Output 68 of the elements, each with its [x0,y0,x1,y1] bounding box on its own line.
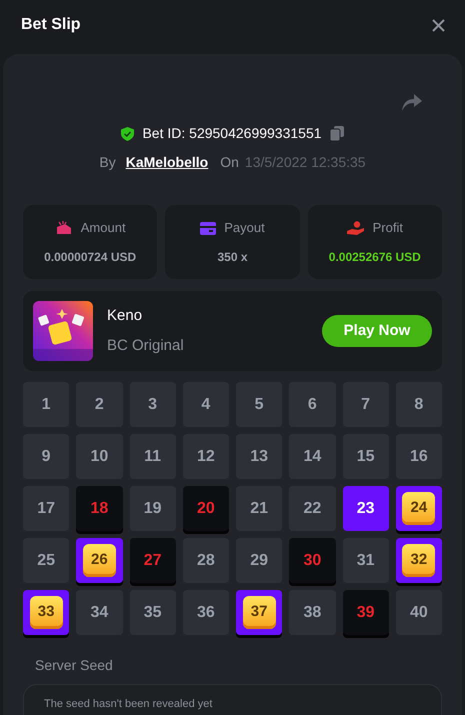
number-tile[interactable]: 20 [182,486,229,531]
number-tile[interactable]: 37 [236,590,282,635]
user-link[interactable]: KaMelobello [126,152,208,173]
number-gem: 37 [242,596,276,629]
number-tile[interactable]: 5 [236,382,282,427]
shield-check-icon [121,126,134,140]
number-tile[interactable]: 27 [130,538,176,583]
stat-label: Amount [80,219,126,238]
number-tile[interactable]: 16 [396,434,442,479]
number-tile[interactable]: 23 [342,486,389,531]
number-tile[interactable]: 1 [23,382,70,427]
number-tile[interactable]: 9 [23,434,70,479]
number-tile[interactable]: 30 [289,538,336,583]
number-tile[interactable]: 6 [289,382,336,427]
stat-label: Payout [224,219,265,238]
number-tile[interactable]: 2 [76,382,122,427]
close-icon[interactable] [432,18,445,32]
number-gem: 24 [402,492,436,525]
number-tile[interactable]: 4 [182,382,229,427]
number-tile[interactable]: 39 [342,590,389,635]
stat-value: 0.00000724 USD [44,248,136,266]
number-tile[interactable]: 32 [396,538,442,583]
stat-label: Profit [372,219,403,238]
game-name: Keno [107,306,144,326]
number-tile[interactable]: 28 [182,538,229,583]
play-now-button[interactable]: Play Now [322,315,432,347]
server-seed-label: Server Seed [35,656,114,675]
number-tile[interactable]: 40 [396,590,442,635]
number-tile[interactable]: 29 [236,538,282,583]
copy-icon[interactable] [330,126,344,141]
number-tile[interactable]: 38 [289,590,336,635]
number-tile[interactable]: 31 [342,538,389,583]
number-tile[interactable]: 24 [396,486,442,531]
number-tile[interactable]: 12 [182,434,229,479]
number-tile[interactable]: 13 [236,434,282,479]
number-tile[interactable]: 22 [289,486,336,531]
number-tile[interactable]: 14 [289,434,336,479]
stat-value: 350 x [217,248,248,266]
stat-value: 0.00252676 USD [328,248,421,266]
share-icon[interactable] [402,94,422,111]
number-tile[interactable]: 8 [396,382,442,427]
number-tile[interactable]: 34 [76,590,122,635]
number-tile[interactable]: 7 [342,382,389,427]
hand-person-icon [346,220,365,236]
number-tile[interactable]: 17 [23,486,70,531]
number-tile[interactable]: 25 [23,538,70,583]
window-title: Bet Slip [21,15,81,35]
number-tile[interactable]: 15 [342,434,389,479]
number-tile[interactable]: 36 [182,590,229,635]
on-label: On [220,153,239,172]
number-tile[interactable]: 35 [130,590,176,635]
number-tile[interactable]: 19 [130,486,176,531]
bet-date: 13/5/2022 12:35:35 [244,153,366,172]
number-tile[interactable]: 33 [23,590,70,635]
number-gem: 32 [402,544,436,577]
number-gem: 33 [30,596,63,629]
number-tile[interactable]: 11 [130,434,176,479]
number-tile[interactable]: 3 [130,382,176,427]
by-label: By [99,153,116,172]
number-tile[interactable]: 26 [76,538,122,583]
number-gem: 26 [82,544,116,577]
card-icon [200,222,216,234]
bet-id: Bet ID: 52950426999331551 [142,124,322,143]
seed-text: The seed hasn't been revealed yet [44,698,212,710]
number-tile[interactable]: 10 [76,434,122,479]
number-tile[interactable]: 18 [76,486,122,531]
game-provider: BC Original [107,336,184,356]
number-tile[interactable]: 21 [236,486,282,531]
